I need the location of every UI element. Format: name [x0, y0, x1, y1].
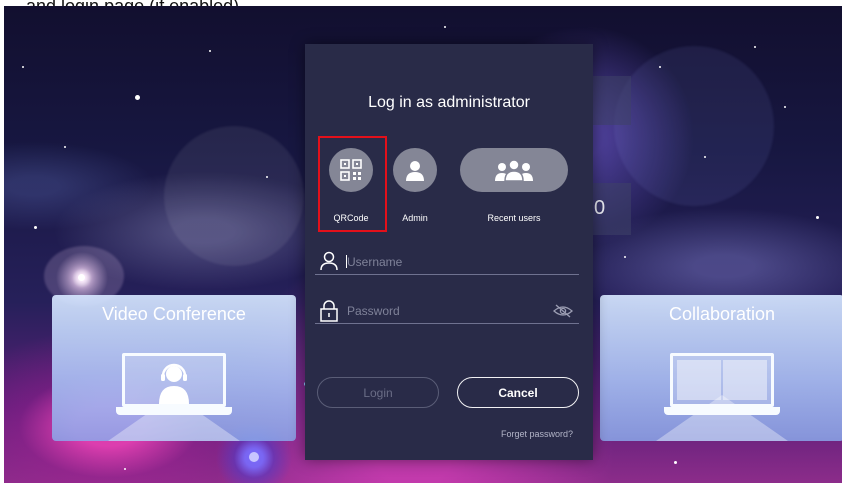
laptop-base	[664, 407, 780, 415]
forget-password-link[interactable]: Forget password?	[483, 429, 573, 439]
user-outline-icon	[320, 251, 338, 271]
admin-login-dialog: Log in as administrator QRCode Admin Rec…	[305, 44, 593, 460]
login-button-label: Login	[363, 385, 393, 400]
laptop-base	[116, 407, 232, 415]
background-panel-edge: 0	[593, 183, 631, 235]
star	[34, 226, 37, 229]
star	[135, 95, 140, 100]
split-pane-right	[723, 360, 767, 400]
star	[816, 216, 819, 219]
star	[659, 66, 661, 68]
star	[22, 66, 24, 68]
cancel-button-label: Cancel	[498, 385, 538, 400]
laptop-user-icon	[116, 353, 232, 415]
star	[754, 46, 756, 48]
lock-icon	[320, 300, 338, 322]
users-group-icon	[495, 159, 533, 181]
nebula-dust	[614, 46, 774, 206]
video-conference-title: Video Conference	[102, 304, 246, 324]
split-pane-left	[677, 360, 721, 400]
dialog-title: Log in as administrator	[368, 94, 530, 111]
user-icon	[406, 161, 424, 181]
star	[674, 461, 677, 464]
admin-option[interactable]	[393, 148, 437, 192]
screen: …and login page (if enabled)… 0 Video Co…	[0, 0, 842, 483]
qrcode-highlight-box	[318, 136, 387, 232]
nebula-dust	[164, 126, 304, 266]
admin-label: Admin	[402, 213, 428, 223]
username-placeholder: Username	[347, 255, 403, 269]
star	[444, 26, 446, 28]
password-placeholder: Password	[347, 304, 400, 318]
laptop-split-icon	[664, 353, 780, 415]
laptop-screen	[670, 353, 774, 407]
star	[249, 452, 259, 462]
username-field[interactable]: Username	[315, 249, 579, 275]
recent-users-label: Recent users	[487, 213, 541, 223]
eye-hidden-icon[interactable]	[553, 303, 573, 319]
star	[266, 176, 268, 178]
recent-users-option[interactable]	[460, 148, 568, 192]
collaboration-tile[interactable]: Collaboration	[600, 295, 842, 441]
cancel-button[interactable]: Cancel	[457, 377, 579, 408]
star	[64, 146, 66, 148]
headset-person-icon	[159, 363, 189, 404]
star	[209, 50, 211, 52]
star	[124, 468, 126, 470]
collaboration-title: Collaboration	[668, 304, 776, 324]
star	[784, 106, 786, 108]
laptop-screen	[122, 353, 226, 407]
star	[624, 256, 626, 258]
login-button[interactable]: Login	[317, 377, 439, 408]
background-panel-edge	[593, 76, 631, 125]
star	[78, 274, 85, 281]
password-field[interactable]: Password	[315, 298, 579, 324]
star	[704, 156, 706, 158]
video-conference-tile[interactable]: Video Conference	[52, 295, 296, 441]
partial-digit: 0	[594, 197, 606, 219]
